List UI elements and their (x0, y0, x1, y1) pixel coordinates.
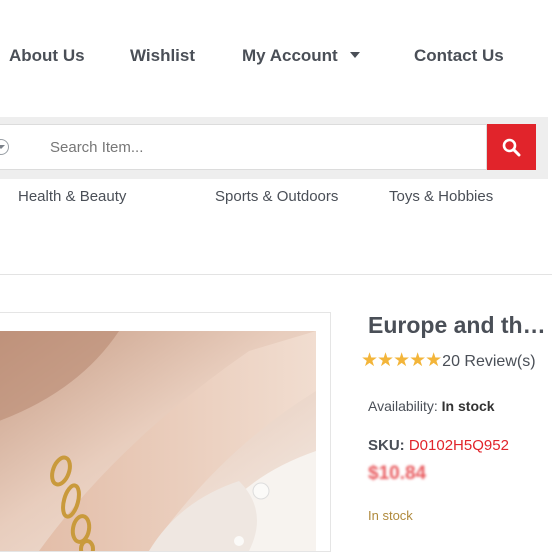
bracelet-photo (0, 331, 316, 551)
category-toys-hobbies[interactable]: Toys & Hobbies (389, 188, 493, 205)
nav-wishlist[interactable]: Wishlist (130, 46, 195, 66)
product-image-frame (0, 312, 331, 552)
product-rating: ★★★★★20 Review(s) (361, 349, 536, 372)
search-input[interactable] (50, 133, 470, 161)
category-dropdown-icon[interactable] (0, 139, 9, 155)
chevron-down-icon (349, 52, 360, 58)
product-price: $10.84 (368, 463, 427, 484)
sku-label: SKU: (368, 437, 405, 454)
sku-value: D0102H5Q952 (408, 437, 509, 454)
search-bar (0, 117, 548, 179)
availability: Availability: In stock (368, 398, 495, 414)
nav-contact-us[interactable]: Contact Us (414, 46, 504, 66)
category-sports-outdoors[interactable]: Sports & Outdoors (215, 188, 338, 205)
product-title[interactable]: Europe and the ... (368, 312, 552, 339)
top-navigation: About Us Wishlist My Account Contact Us (0, 0, 552, 110)
nav-about-us[interactable]: About Us (9, 46, 85, 66)
search-icon (502, 138, 521, 157)
section-divider (0, 274, 552, 275)
nav-my-account[interactable]: My Account (242, 46, 360, 66)
stock-status: In stock (368, 508, 413, 523)
search-button[interactable] (487, 124, 536, 170)
category-health-beauty[interactable]: Health & Beauty (18, 188, 126, 205)
availability-label: Availability: (368, 398, 438, 414)
star-rating-icon: ★★★★★ (361, 350, 442, 371)
availability-value: In stock (441, 398, 495, 414)
reviews-link[interactable]: 20 Review(s) (442, 353, 535, 370)
search-box (0, 124, 487, 170)
product-image[interactable] (0, 331, 316, 551)
category-navigation: Health & Beauty Sports & Outdoors Toys &… (0, 186, 552, 210)
sku: SKU: D0102H5Q952 (368, 437, 509, 454)
nav-my-account-label: My Account (242, 46, 338, 65)
